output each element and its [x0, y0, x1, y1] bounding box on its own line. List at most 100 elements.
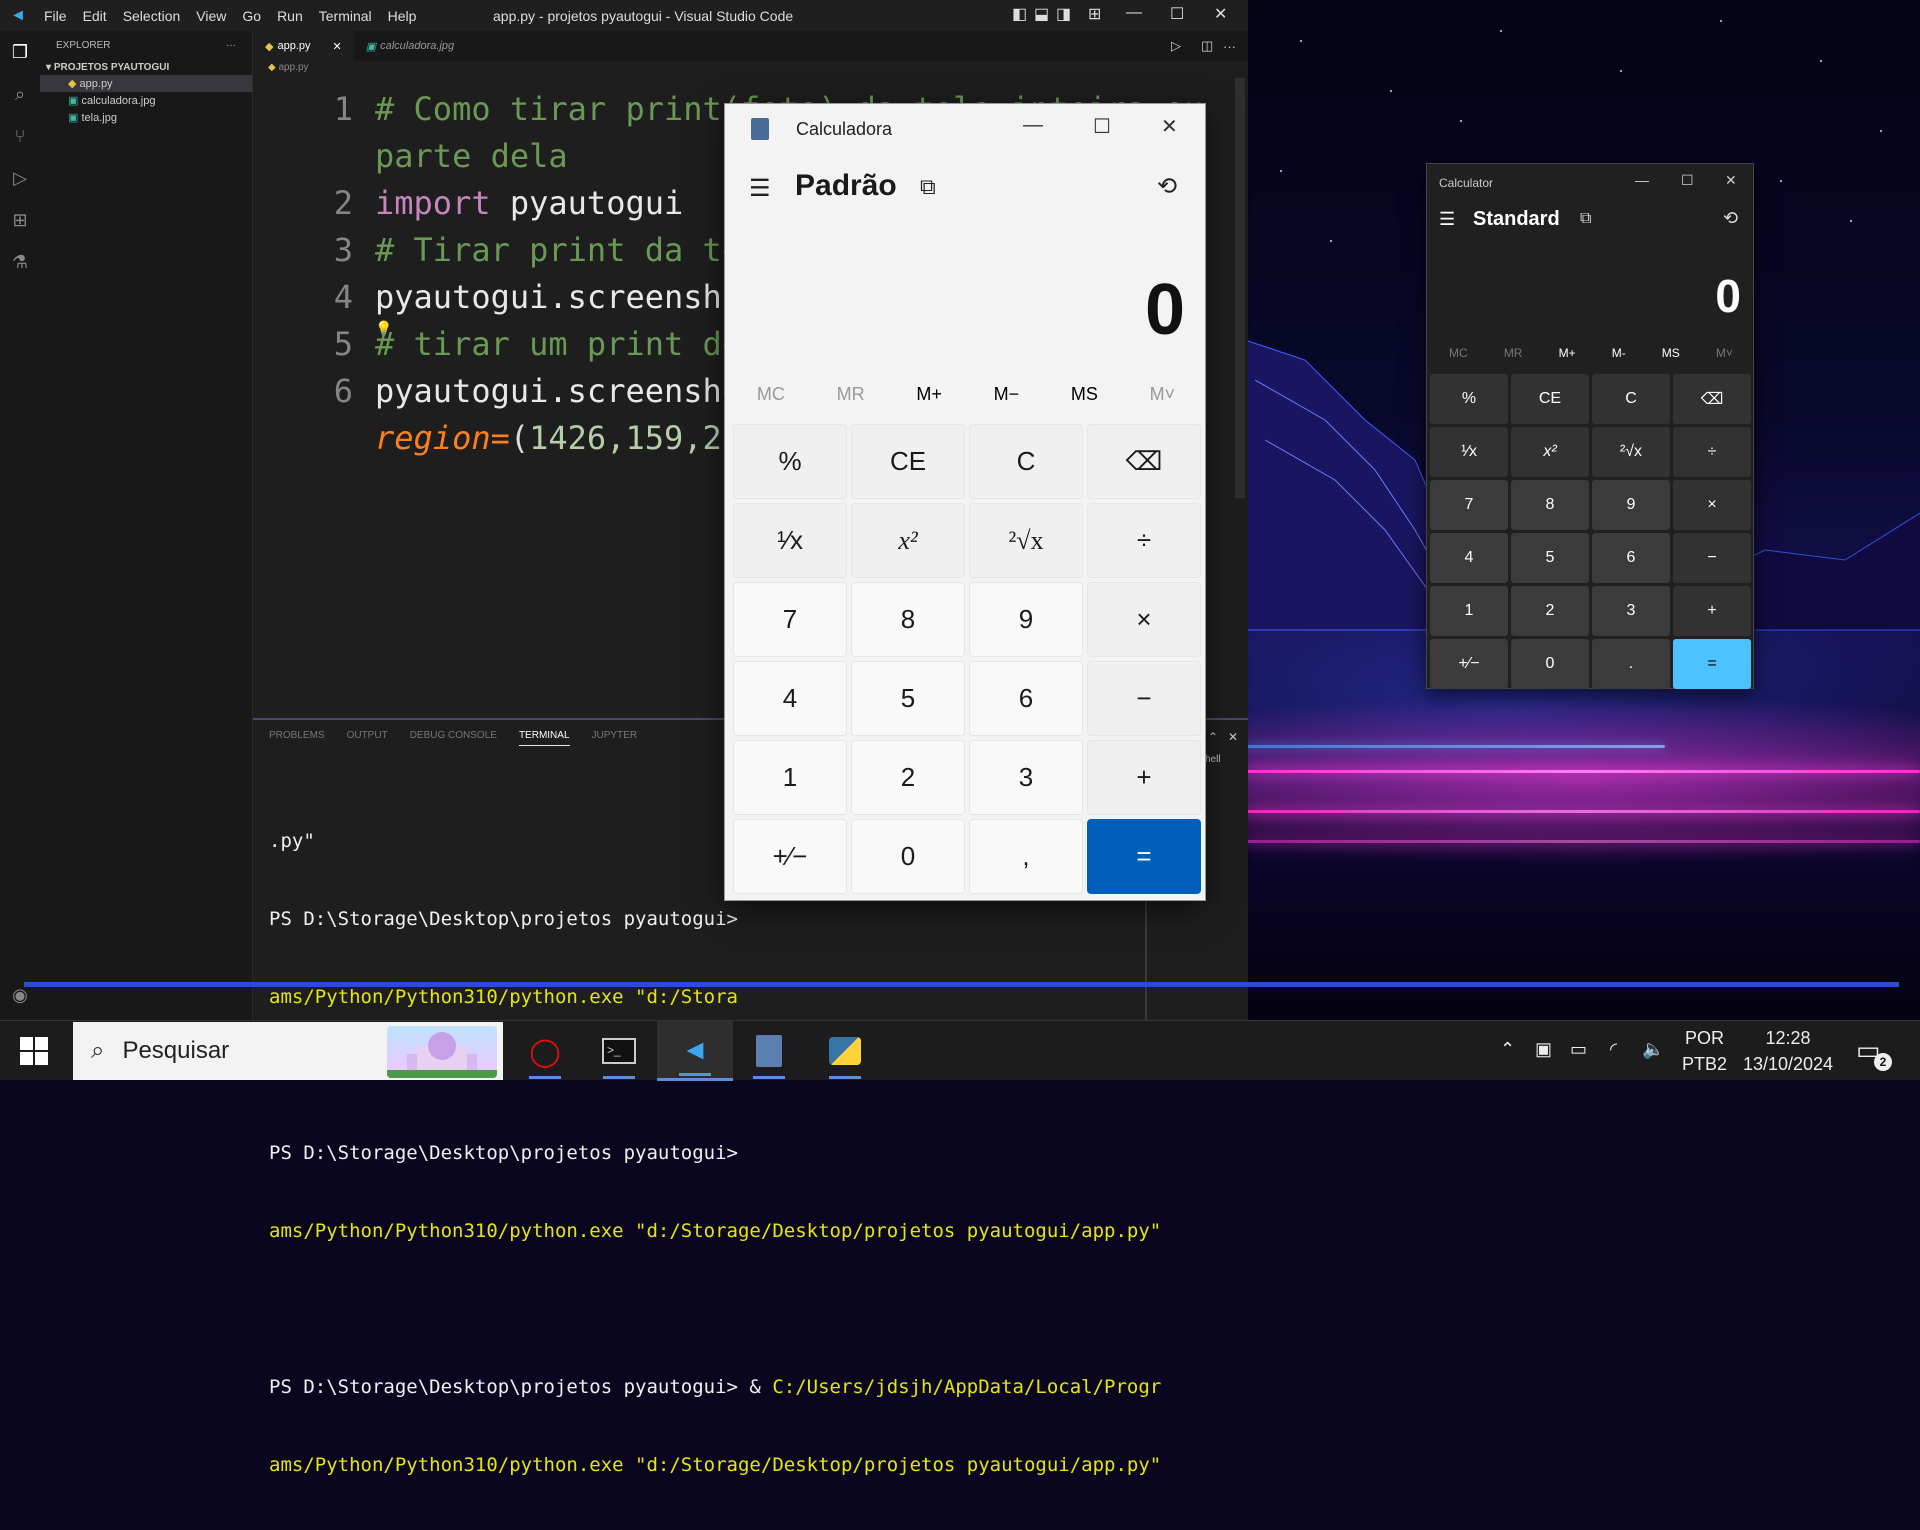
keep-on-top-icon[interactable]: ⧉ — [1580, 210, 1591, 228]
testing-icon[interactable]: ⚗ — [0, 241, 40, 283]
maximize-icon[interactable]: ☐ — [1681, 172, 1694, 189]
minimize-icon[interactable]: — — [1126, 4, 1142, 22]
memory-list-button[interactable]: M˅ — [1716, 346, 1733, 360]
toggle-sidebar-icon[interactable]: ◧ — [1012, 4, 1027, 24]
run-debug-icon[interactable]: ▷ — [0, 157, 40, 199]
maximize-icon[interactable]: ☐ — [1170, 4, 1184, 24]
reciprocal-button[interactable]: ¹⁄x — [1430, 427, 1508, 477]
add-button[interactable]: + — [1673, 586, 1751, 636]
search-icon[interactable]: ⌕ — [0, 73, 40, 115]
account-icon[interactable]: ◉ — [0, 974, 40, 1016]
editor-scrollbar[interactable] — [1235, 78, 1245, 498]
breadcrumb[interactable]: ◆ app.py — [268, 62, 309, 73]
clear-entry-button[interactable]: CE — [851, 424, 965, 499]
more-actions-icon[interactable]: ··· — [226, 40, 236, 51]
memory-store-button[interactable]: MS — [1662, 346, 1680, 360]
digit-9-button[interactable]: 9 — [1592, 480, 1670, 530]
menu-help[interactable]: Help — [380, 8, 425, 24]
equals-button[interactable]: = — [1673, 639, 1751, 689]
negate-button[interactable]: +⁄− — [733, 819, 847, 894]
digit-3-button[interactable]: 3 — [1592, 586, 1670, 636]
memory-clear-button[interactable]: MC — [1449, 346, 1468, 360]
volume-icon[interactable]: 🔈 — [1642, 1039, 1664, 1060]
digit-4-button[interactable]: 4 — [1430, 533, 1508, 583]
digit-8-button[interactable]: 8 — [851, 582, 965, 657]
wifi-icon[interactable]: ◜ — [1610, 1039, 1617, 1060]
digit-5-button[interactable]: 5 — [851, 661, 965, 736]
menu-selection[interactable]: Selection — [115, 8, 189, 24]
toggle-panel-icon[interactable]: ⬓ — [1034, 4, 1049, 24]
file-calculadora-jpg[interactable]: ▣ calculadora.jpg — [40, 92, 252, 109]
divide-button[interactable]: ÷ — [1087, 503, 1201, 578]
tab-jupyter[interactable]: JUPYTER — [592, 730, 638, 746]
add-button[interactable]: + — [1087, 740, 1201, 815]
menu-hamburger-icon[interactable]: ☰ — [1439, 209, 1455, 230]
input-language[interactable]: POR PTB2 — [1682, 1025, 1727, 1077]
multiply-button[interactable]: × — [1087, 582, 1201, 657]
subtract-button[interactable]: − — [1673, 533, 1751, 583]
digit-0-button[interactable]: 0 — [1511, 639, 1589, 689]
digit-5-button[interactable]: 5 — [1511, 533, 1589, 583]
show-hidden-icons[interactable]: ⌃ — [1500, 1039, 1515, 1060]
tab-debug-console[interactable]: DEBUG CONSOLE — [410, 730, 497, 746]
close-tab-icon[interactable]: ✕ — [333, 40, 342, 53]
vscode-taskbar-icon[interactable]: ◄ — [657, 1021, 733, 1081]
reciprocal-button[interactable]: ¹⁄x — [733, 503, 847, 578]
menu-run[interactable]: Run — [269, 8, 311, 24]
close-icon[interactable]: ✕ — [1214, 4, 1227, 24]
tab-problems[interactable]: PROBLEMS — [269, 730, 325, 746]
backspace-button[interactable]: ⌫ — [1087, 424, 1201, 499]
memory-add-button[interactable]: M+ — [916, 384, 942, 405]
memory-recall-button[interactable]: MR — [1504, 346, 1523, 360]
clock[interactable]: 12:28 13/10/2024 — [1740, 1025, 1836, 1077]
decimal-button[interactable]: , — [969, 819, 1083, 894]
clear-entry-button[interactable]: CE — [1511, 374, 1589, 424]
menu-view[interactable]: View — [188, 8, 234, 24]
opera-browser-icon[interactable]: ◯ — [507, 1021, 583, 1081]
digit-2-button[interactable]: 2 — [851, 740, 965, 815]
memory-list-button[interactable]: M˅ — [1150, 384, 1176, 405]
source-control-icon[interactable]: ⑂ — [0, 115, 40, 157]
negate-button[interactable]: +⁄− — [1430, 639, 1508, 689]
digit-4-button[interactable]: 4 — [733, 661, 847, 736]
digit-8-button[interactable]: 8 — [1511, 480, 1589, 530]
close-panel-icon[interactable]: ✕ — [1228, 730, 1238, 744]
maximize-panel-icon[interactable]: ⌃ — [1208, 730, 1218, 744]
digit-1-button[interactable]: 1 — [1430, 586, 1508, 636]
decimal-button[interactable]: . — [1592, 639, 1670, 689]
equals-button[interactable]: = — [1087, 819, 1201, 894]
calculator-taskbar-icon[interactable] — [731, 1021, 807, 1081]
run-file-icon[interactable]: ▷ — [1171, 38, 1181, 54]
memory-clear-button[interactable]: MC — [757, 384, 785, 405]
terminal-shell-label[interactable]: hell — [1205, 754, 1221, 765]
backspace-button[interactable]: ⌫ — [1673, 374, 1751, 424]
file-tela-jpg[interactable]: ▣ tela.jpg — [40, 109, 252, 126]
square-button[interactable]: x² — [1511, 427, 1589, 477]
customize-layout-icon[interactable]: ⊞ — [1088, 4, 1101, 24]
maximize-icon[interactable]: ☐ — [1093, 114, 1111, 139]
battery-icon[interactable]: ▭ — [1570, 1039, 1587, 1060]
clear-button[interactable]: C — [1592, 374, 1670, 424]
digit-6-button[interactable]: 6 — [1592, 533, 1670, 583]
tab-terminal[interactable]: TERMINAL — [518, 730, 570, 746]
square-root-button[interactable]: ²√x — [1592, 427, 1670, 477]
search-input[interactable]: Pesquisar — [122, 1037, 229, 1065]
extensions-icon[interactable]: ⊞ — [0, 199, 40, 241]
memory-add-button[interactable]: M+ — [1559, 346, 1576, 360]
menu-terminal[interactable]: Terminal — [311, 8, 380, 24]
digit-7-button[interactable]: 7 — [1430, 480, 1508, 530]
clear-button[interactable]: C — [969, 424, 1083, 499]
history-icon[interactable]: ⟲ — [1723, 208, 1738, 229]
multiply-button[interactable]: × — [1673, 480, 1751, 530]
notification-center-icon[interactable]: ▭ 2 — [1856, 1035, 1892, 1071]
close-icon[interactable]: ✕ — [1161, 114, 1178, 139]
python-app-icon[interactable] — [807, 1021, 883, 1081]
minimize-icon[interactable]: — — [1023, 114, 1043, 137]
toggle-secondary-sidebar-icon[interactable]: ◨ — [1056, 4, 1071, 24]
memory-recall-button[interactable]: MR — [837, 384, 865, 405]
tab-output[interactable]: OUTPUT — [347, 730, 388, 746]
digit-3-button[interactable]: 3 — [969, 740, 1083, 815]
memory-store-button[interactable]: MS — [1071, 384, 1098, 405]
file-app-py[interactable]: ◆ app.py — [40, 75, 252, 92]
editor-more-icon[interactable]: ··· — [1223, 39, 1236, 54]
